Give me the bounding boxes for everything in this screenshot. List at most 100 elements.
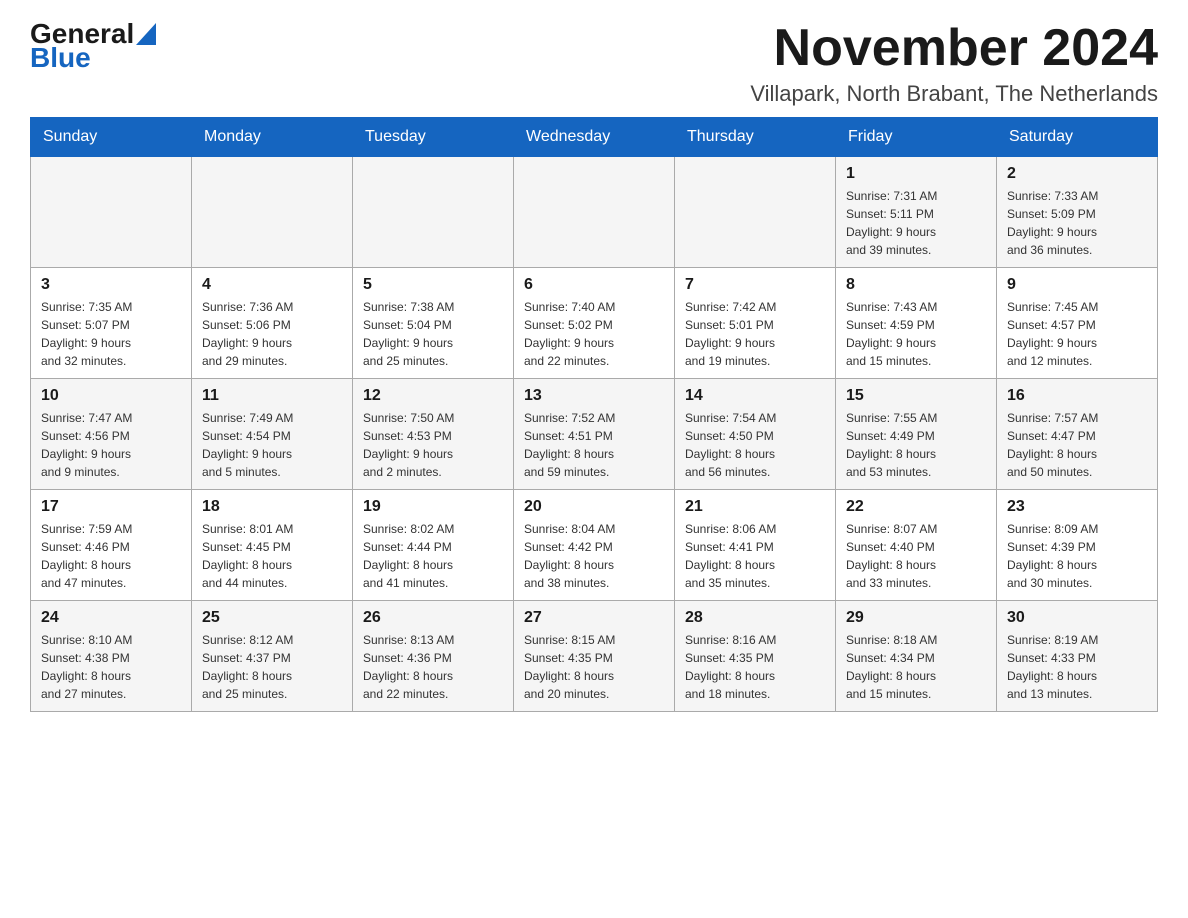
day-number: 6	[524, 276, 664, 294]
calendar-cell: 7 Sunrise: 7:42 AM Sunset: 5:01 PM Daylig…	[675, 268, 836, 379]
calendar-cell	[353, 157, 514, 268]
day-number: 5	[363, 276, 503, 294]
weekday-header-tuesday: Tuesday	[353, 118, 514, 157]
day-number: 4	[202, 276, 342, 294]
day-info: Sunrise: 8:02 AM Sunset: 4:44 PM Dayligh…	[363, 520, 503, 592]
day-number: 8	[846, 276, 986, 294]
calendar-cell: 5 Sunrise: 7:38 AM Sunset: 5:04 PM Daylig…	[353, 268, 514, 379]
calendar-cell: 14 Sunrise: 7:54 AM Sunset: 4:50 PM Dayli…	[675, 379, 836, 490]
title-section: November 2024 Villapark, North Brabant, …	[750, 20, 1158, 107]
day-info: Sunrise: 7:40 AM Sunset: 5:02 PM Dayligh…	[524, 298, 664, 370]
day-number: 10	[41, 387, 181, 405]
calendar-cell: 11 Sunrise: 7:49 AM Sunset: 4:54 PM Dayli…	[192, 379, 353, 490]
calendar-cell: 21Sunrise: 8:06 AM Sunset: 4:41 PM Dayli…	[675, 490, 836, 601]
logo-blue-text: Blue	[30, 42, 91, 74]
calendar-table: SundayMondayTuesdayWednesdayThursdayFrid…	[30, 117, 1158, 712]
logo: General Blue	[30, 20, 156, 74]
day-number: 14	[685, 387, 825, 405]
day-info: Sunrise: 7:36 AM Sunset: 5:06 PM Dayligh…	[202, 298, 342, 370]
calendar-cell: 8 Sunrise: 7:43 AM Sunset: 4:59 PM Daylig…	[836, 268, 997, 379]
day-info: Sunrise: 7:59 AM Sunset: 4:46 PM Dayligh…	[41, 520, 181, 592]
day-info: Sunrise: 7:33 AM Sunset: 5:09 PM Dayligh…	[1007, 187, 1147, 259]
day-info: Sunrise: 7:55 AM Sunset: 4:49 PM Dayligh…	[846, 409, 986, 481]
day-info: Sunrise: 8:09 AM Sunset: 4:39 PM Dayligh…	[1007, 520, 1147, 592]
day-info: Sunrise: 7:54 AM Sunset: 4:50 PM Dayligh…	[685, 409, 825, 481]
day-number: 29	[846, 609, 986, 627]
calendar-cell: 12 Sunrise: 7:50 AM Sunset: 4:53 PM Dayli…	[353, 379, 514, 490]
day-number: 2	[1007, 165, 1147, 183]
day-number: 12	[363, 387, 503, 405]
calendar-row: 10 Sunrise: 7:47 AM Sunset: 4:56 PM Dayli…	[31, 379, 1158, 490]
day-info: Sunrise: 8:01 AM Sunset: 4:45 PM Dayligh…	[202, 520, 342, 592]
calendar-cell: 24Sunrise: 8:10 AM Sunset: 4:38 PM Dayli…	[31, 601, 192, 712]
calendar-cell: 20 Sunrise: 8:04 AM Sunset: 4:42 PM Dayli…	[514, 490, 675, 601]
weekday-header-saturday: Saturday	[997, 118, 1158, 157]
day-info: Sunrise: 7:38 AM Sunset: 5:04 PM Dayligh…	[363, 298, 503, 370]
day-number: 20	[524, 498, 664, 516]
calendar-cell: 17 Sunrise: 7:59 AM Sunset: 4:46 PM Dayli…	[31, 490, 192, 601]
day-info: Sunrise: 8:18 AM Sunset: 4:34 PM Dayligh…	[846, 631, 986, 703]
calendar-cell: 29 Sunrise: 8:18 AM Sunset: 4:34 PM Dayli…	[836, 601, 997, 712]
weekday-header-sunday: Sunday	[31, 118, 192, 157]
day-number: 24	[41, 609, 181, 627]
day-info: Sunrise: 8:19 AM Sunset: 4:33 PM Dayligh…	[1007, 631, 1147, 703]
day-number: 19	[363, 498, 503, 516]
calendar-row: 24Sunrise: 8:10 AM Sunset: 4:38 PM Dayli…	[31, 601, 1158, 712]
calendar-cell: 2 Sunrise: 7:33 AM Sunset: 5:09 PM Daylig…	[997, 157, 1158, 268]
weekday-header-friday: Friday	[836, 118, 997, 157]
day-info: Sunrise: 7:45 AM Sunset: 4:57 PM Dayligh…	[1007, 298, 1147, 370]
calendar-cell: 3 Sunrise: 7:35 AM Sunset: 5:07 PM Daylig…	[31, 268, 192, 379]
day-info: Sunrise: 8:12 AM Sunset: 4:37 PM Dayligh…	[202, 631, 342, 703]
day-number: 22	[846, 498, 986, 516]
day-number: 3	[41, 276, 181, 294]
day-info: Sunrise: 7:43 AM Sunset: 4:59 PM Dayligh…	[846, 298, 986, 370]
day-number: 7	[685, 276, 825, 294]
day-number: 25	[202, 609, 342, 627]
location-subtitle: Villapark, North Brabant, The Netherland…	[750, 81, 1158, 107]
day-info: Sunrise: 7:50 AM Sunset: 4:53 PM Dayligh…	[363, 409, 503, 481]
calendar-cell: 15 Sunrise: 7:55 AM Sunset: 4:49 PM Dayli…	[836, 379, 997, 490]
calendar-cell	[192, 157, 353, 268]
day-number: 15	[846, 387, 986, 405]
day-info: Sunrise: 7:47 AM Sunset: 4:56 PM Dayligh…	[41, 409, 181, 481]
calendar-cell: 27Sunrise: 8:15 AM Sunset: 4:35 PM Dayli…	[514, 601, 675, 712]
day-number: 11	[202, 387, 342, 405]
calendar-cell: 26 Sunrise: 8:13 AM Sunset: 4:36 PM Dayli…	[353, 601, 514, 712]
calendar-cell: 25 Sunrise: 8:12 AM Sunset: 4:37 PM Dayli…	[192, 601, 353, 712]
calendar-row: 17 Sunrise: 7:59 AM Sunset: 4:46 PM Dayli…	[31, 490, 1158, 601]
day-info: Sunrise: 8:13 AM Sunset: 4:36 PM Dayligh…	[363, 631, 503, 703]
day-number: 28	[685, 609, 825, 627]
calendar-cell	[31, 157, 192, 268]
day-number: 23	[1007, 498, 1147, 516]
day-number: 26	[363, 609, 503, 627]
day-info: Sunrise: 7:52 AM Sunset: 4:51 PM Dayligh…	[524, 409, 664, 481]
day-number: 27	[524, 609, 664, 627]
day-number: 13	[524, 387, 664, 405]
calendar-cell: 13 Sunrise: 7:52 AM Sunset: 4:51 PM Dayli…	[514, 379, 675, 490]
day-info: Sunrise: 7:35 AM Sunset: 5:07 PM Dayligh…	[41, 298, 181, 370]
calendar-cell: 9 Sunrise: 7:45 AM Sunset: 4:57 PM Daylig…	[997, 268, 1158, 379]
day-info: Sunrise: 8:16 AM Sunset: 4:35 PM Dayligh…	[685, 631, 825, 703]
day-number: 30	[1007, 609, 1147, 627]
day-info: Sunrise: 8:04 AM Sunset: 4:42 PM Dayligh…	[524, 520, 664, 592]
month-title: November 2024	[750, 20, 1158, 77]
calendar-cell	[514, 157, 675, 268]
day-number: 16	[1007, 387, 1147, 405]
calendar-cell: 10 Sunrise: 7:47 AM Sunset: 4:56 PM Dayli…	[31, 379, 192, 490]
day-info: Sunrise: 7:31 AM Sunset: 5:11 PM Dayligh…	[846, 187, 986, 259]
calendar-cell: 6 Sunrise: 7:40 AM Sunset: 5:02 PM Daylig…	[514, 268, 675, 379]
day-info: Sunrise: 7:42 AM Sunset: 5:01 PM Dayligh…	[685, 298, 825, 370]
day-number: 1	[846, 165, 986, 183]
page-header: General Blue November 2024 Villapark, No…	[30, 20, 1158, 107]
calendar-cell: 16Sunrise: 7:57 AM Sunset: 4:47 PM Dayli…	[997, 379, 1158, 490]
calendar-cell: 22Sunrise: 8:07 AM Sunset: 4:40 PM Dayli…	[836, 490, 997, 601]
calendar-row: 3 Sunrise: 7:35 AM Sunset: 5:07 PM Daylig…	[31, 268, 1158, 379]
calendar-cell: 1 Sunrise: 7:31 AM Sunset: 5:11 PM Daylig…	[836, 157, 997, 268]
logo-triangle-icon	[136, 23, 156, 45]
day-number: 9	[1007, 276, 1147, 294]
day-info: Sunrise: 7:49 AM Sunset: 4:54 PM Dayligh…	[202, 409, 342, 481]
day-number: 17	[41, 498, 181, 516]
weekday-header-monday: Monday	[192, 118, 353, 157]
weekday-header-thursday: Thursday	[675, 118, 836, 157]
calendar-cell	[675, 157, 836, 268]
